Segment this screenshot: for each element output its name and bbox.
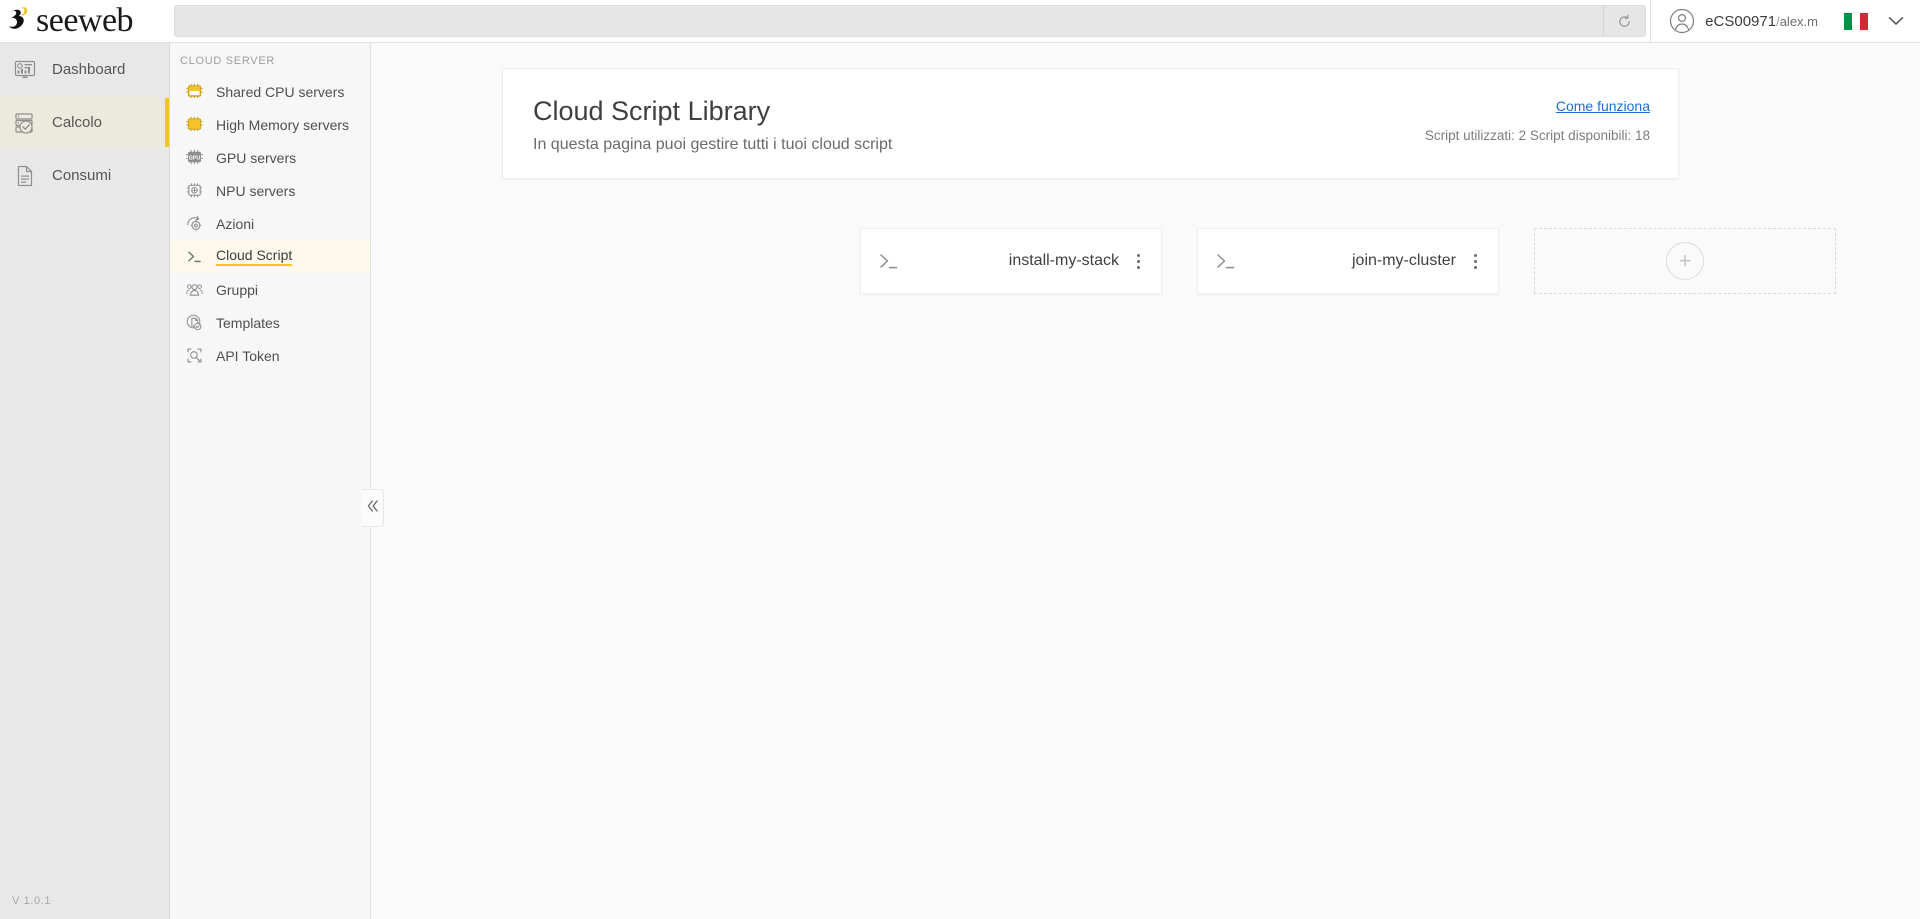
- cpu-chip-icon: [184, 81, 205, 102]
- sidebar-section-title: CLOUD SERVER: [180, 55, 275, 67]
- kebab-menu-icon[interactable]: [1131, 250, 1145, 273]
- sidebar-item-cloud-script[interactable]: Cloud Script: [170, 240, 370, 273]
- primary-sidebar: Dashboard Calcolo Consumi V 1.0.1: [0, 43, 170, 919]
- page-header-card: Cloud Script Library In questa pagina pu…: [502, 68, 1679, 179]
- script-quota-text: Script utilizzati: 2 Script disponibili:…: [1424, 128, 1650, 143]
- sidebar-item-label: Azioni: [216, 215, 255, 232]
- plus-circle-icon: +: [1666, 242, 1704, 280]
- script-card-grid: install-my-stack join-my-cluster +: [860, 228, 1920, 294]
- sidebar-item-shared-cpu-servers[interactable]: Shared CPU servers: [170, 75, 370, 108]
- page-header-left: Cloud Script Library In questa pagina pu…: [533, 95, 892, 154]
- script-card[interactable]: join-my-cluster: [1197, 228, 1499, 294]
- api-token-icon: [184, 345, 205, 366]
- sidebar-item-label: API Token: [216, 347, 280, 364]
- user-avatar-icon: [1669, 8, 1695, 34]
- chevron-down-icon[interactable]: [1888, 16, 1904, 26]
- refresh-icon[interactable]: [1603, 6, 1645, 36]
- sidebar-item-label: GPU servers: [216, 149, 297, 166]
- npu-chip-icon: [184, 180, 205, 201]
- seeweb-mark-icon: [6, 4, 36, 38]
- app-header: seeweb eCS00971/alex.m: [0, 0, 1920, 43]
- gpu-chip-icon: GPU: [184, 147, 205, 168]
- script-name: join-my-cluster: [1351, 252, 1456, 269]
- kebab-menu-icon[interactable]: [1468, 250, 1482, 273]
- dashboard-icon: [12, 57, 38, 83]
- templates-icon: [184, 312, 205, 333]
- main-content: Cloud Script Library In questa pagina pu…: [372, 43, 1920, 919]
- search-input[interactable]: [175, 6, 1604, 36]
- sidebar-item-azioni[interactable]: Azioni: [170, 207, 370, 240]
- sidebar-item-label: NPU servers: [216, 182, 296, 199]
- sidebar-item-label: Consumi: [52, 167, 112, 184]
- search-bar[interactable]: [174, 5, 1647, 37]
- script-card[interactable]: install-my-stack: [860, 228, 1162, 294]
- page-subtitle: In questa pagina puoi gestire tutti i tu…: [533, 135, 893, 153]
- sidebar-item-label: Gruppi: [216, 281, 259, 298]
- sidebar-item-consumi[interactable]: Consumi: [0, 149, 169, 202]
- document-icon: [12, 163, 38, 189]
- sidebar-item-gruppi[interactable]: Gruppi: [170, 273, 370, 306]
- sidebar-item-label: Shared CPU servers: [216, 83, 345, 100]
- sidebar-item-label: Templates: [216, 314, 280, 331]
- italy-flag-icon: [1844, 12, 1868, 30]
- username: alex.m: [1779, 13, 1818, 29]
- app-version: V 1.0.1: [12, 895, 52, 907]
- sidebar-item-dashboard[interactable]: Dashboard: [0, 43, 169, 96]
- sidebar-item-templates[interactable]: Templates: [170, 306, 370, 339]
- account-code: eCS00971: [1705, 12, 1777, 30]
- terminal-prompt-icon: [1214, 250, 1238, 272]
- group-users-icon: [184, 279, 205, 300]
- logo-wordmark: seeweb: [36, 2, 134, 39]
- sidebar-item-label: High Memory servers: [216, 116, 350, 133]
- server-check-icon: [12, 110, 38, 136]
- sidebar-item-npu-servers[interactable]: NPU servers: [170, 174, 370, 207]
- sidebar-item-api-token[interactable]: API Token: [170, 339, 370, 372]
- user-menu[interactable]: eCS00971/alex.m: [1651, 0, 1920, 43]
- script-name: install-my-stack: [1008, 252, 1119, 269]
- terminal-prompt-icon: [877, 250, 901, 272]
- sidebar-collapse-button[interactable]: [362, 489, 384, 527]
- svg-text:GPU: GPU: [189, 155, 201, 161]
- sidebar-item-high-memory-servers[interactable]: High Memory servers: [170, 108, 370, 141]
- add-script-card[interactable]: +: [1534, 228, 1836, 294]
- brand-logo[interactable]: seeweb: [0, 0, 170, 43]
- user-identity: eCS00971/alex.m: [1705, 13, 1818, 30]
- memory-chip-icon: [184, 114, 205, 135]
- page-header-right: Come funziona Script utilizzati: 2 Scrip…: [1425, 95, 1650, 143]
- sidebar-item-gpu-servers[interactable]: GPU GPU servers: [170, 141, 370, 174]
- terminal-prompt-icon: [184, 246, 205, 267]
- search-area: [170, 0, 1650, 43]
- sidebar-item-label: Cloud Script: [216, 247, 293, 266]
- page-title: Cloud Script Library: [533, 96, 771, 126]
- sidebar-item-label: Dashboard: [52, 61, 126, 78]
- sidebar-item-calcolo[interactable]: Calcolo: [0, 96, 169, 149]
- double-chevron-left-icon: [365, 498, 381, 519]
- how-it-works-link[interactable]: Come funziona: [1556, 98, 1650, 114]
- actions-gear-icon: [184, 213, 205, 234]
- secondary-sidebar: CLOUD SERVER Shared CPU servers High Mem…: [170, 43, 371, 919]
- sidebar-item-label: Calcolo: [52, 114, 103, 131]
